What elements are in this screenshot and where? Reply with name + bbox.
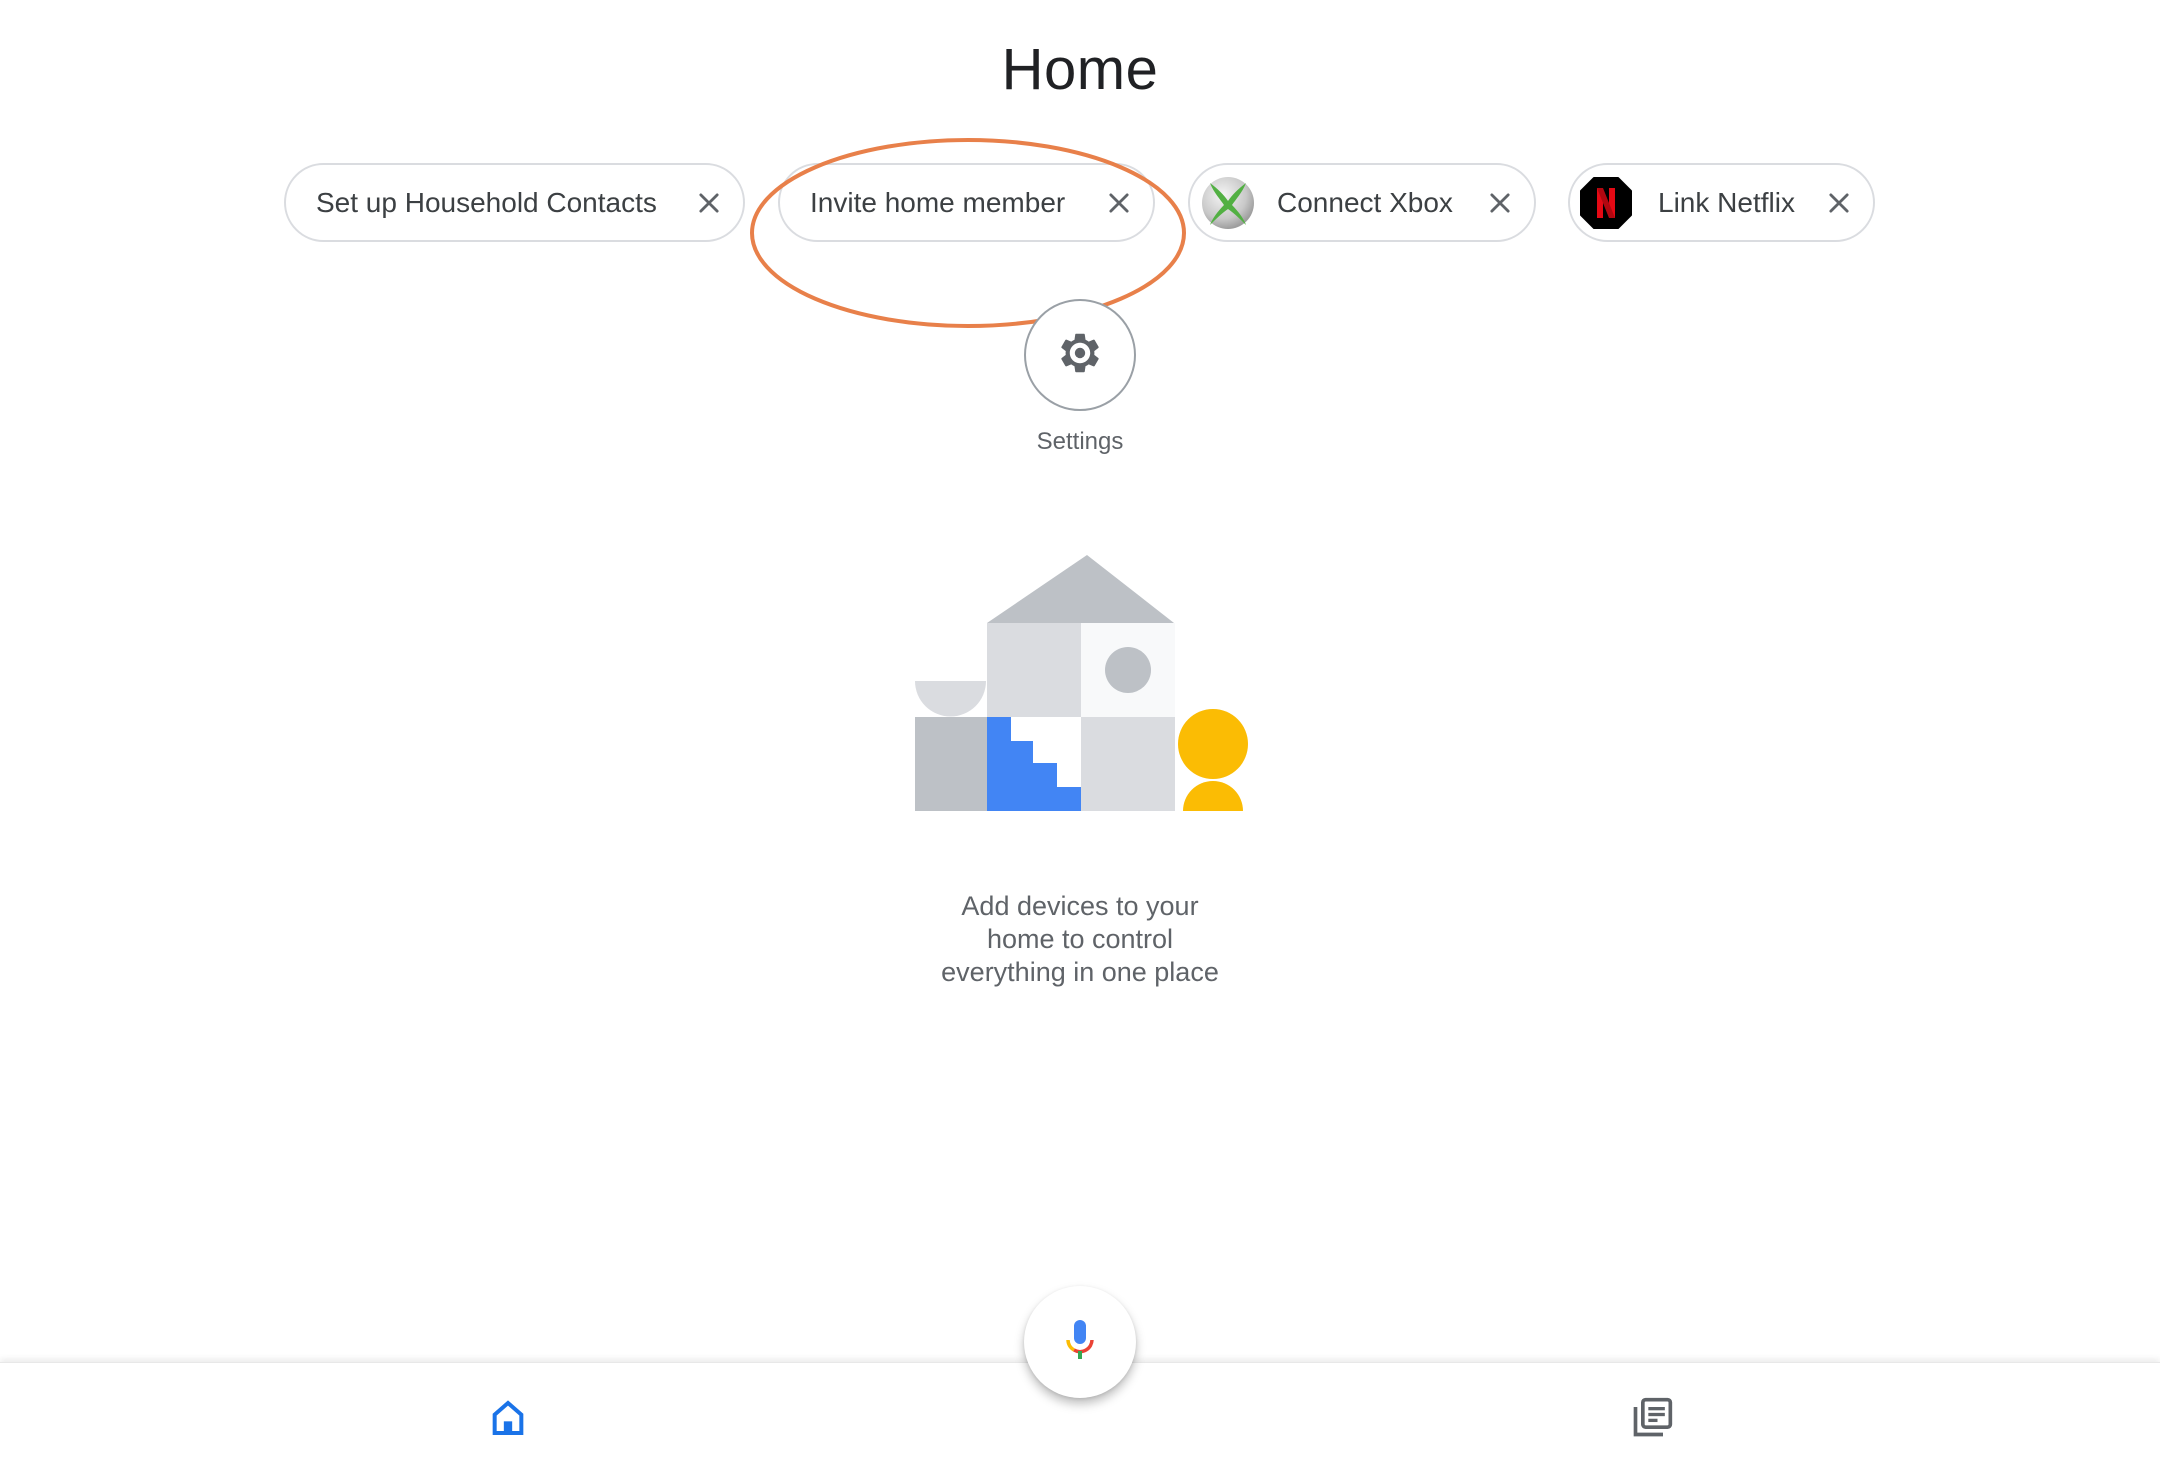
chip-household-contacts[interactable]: Set up Household Contacts <box>284 163 745 242</box>
chip-connect-xbox[interactable]: Connect Xbox <box>1188 163 1536 242</box>
empty-state-line: Add devices to your <box>961 891 1199 921</box>
nav-feed-tab[interactable] <box>1622 1390 1682 1450</box>
person-body <box>1183 781 1243 811</box>
chip-label: Set up Household Contacts <box>316 186 657 218</box>
empty-state-message: Add devices to your home to control ever… <box>830 890 1330 989</box>
microphone-icon <box>1060 1318 1100 1367</box>
netflix-logo-icon <box>1578 175 1634 231</box>
feed-icon <box>1630 1396 1674 1445</box>
page-title: Home <box>1001 37 1159 102</box>
bowl-shape <box>915 681 986 717</box>
person-head <box>1178 709 1248 779</box>
voice-assistant-button[interactable] <box>1024 1286 1136 1398</box>
chip-label: Connect Xbox <box>1277 186 1453 218</box>
roof-shape <box>987 555 1174 623</box>
empty-state-line: home to control <box>986 924 1174 954</box>
left-block <box>915 717 987 811</box>
wall-block <box>1081 717 1175 811</box>
chip-link-netflix[interactable]: Link Netflix <box>1568 163 1875 242</box>
settings-label: Settings <box>1036 428 1124 455</box>
window-circle <box>1105 647 1151 693</box>
home-icon <box>488 1398 528 1443</box>
close-icon[interactable] <box>1486 189 1514 217</box>
gear-icon <box>1056 329 1104 382</box>
close-icon[interactable] <box>1105 189 1133 217</box>
settings-button[interactable] <box>1024 299 1136 411</box>
close-icon[interactable] <box>695 189 723 217</box>
wall-block <box>987 623 1081 717</box>
house-illustration <box>915 555 1248 811</box>
chip-label: Link Netflix <box>1658 186 1795 218</box>
chip-label: Invite home member <box>810 186 1066 218</box>
chip-invite-home-member[interactable]: Invite home member <box>778 163 1155 242</box>
xbox-logo-icon <box>1200 175 1256 231</box>
empty-state-line: everything in one place <box>941 957 1219 987</box>
close-icon[interactable] <box>1825 189 1853 217</box>
nav-home-tab[interactable] <box>478 1390 538 1450</box>
